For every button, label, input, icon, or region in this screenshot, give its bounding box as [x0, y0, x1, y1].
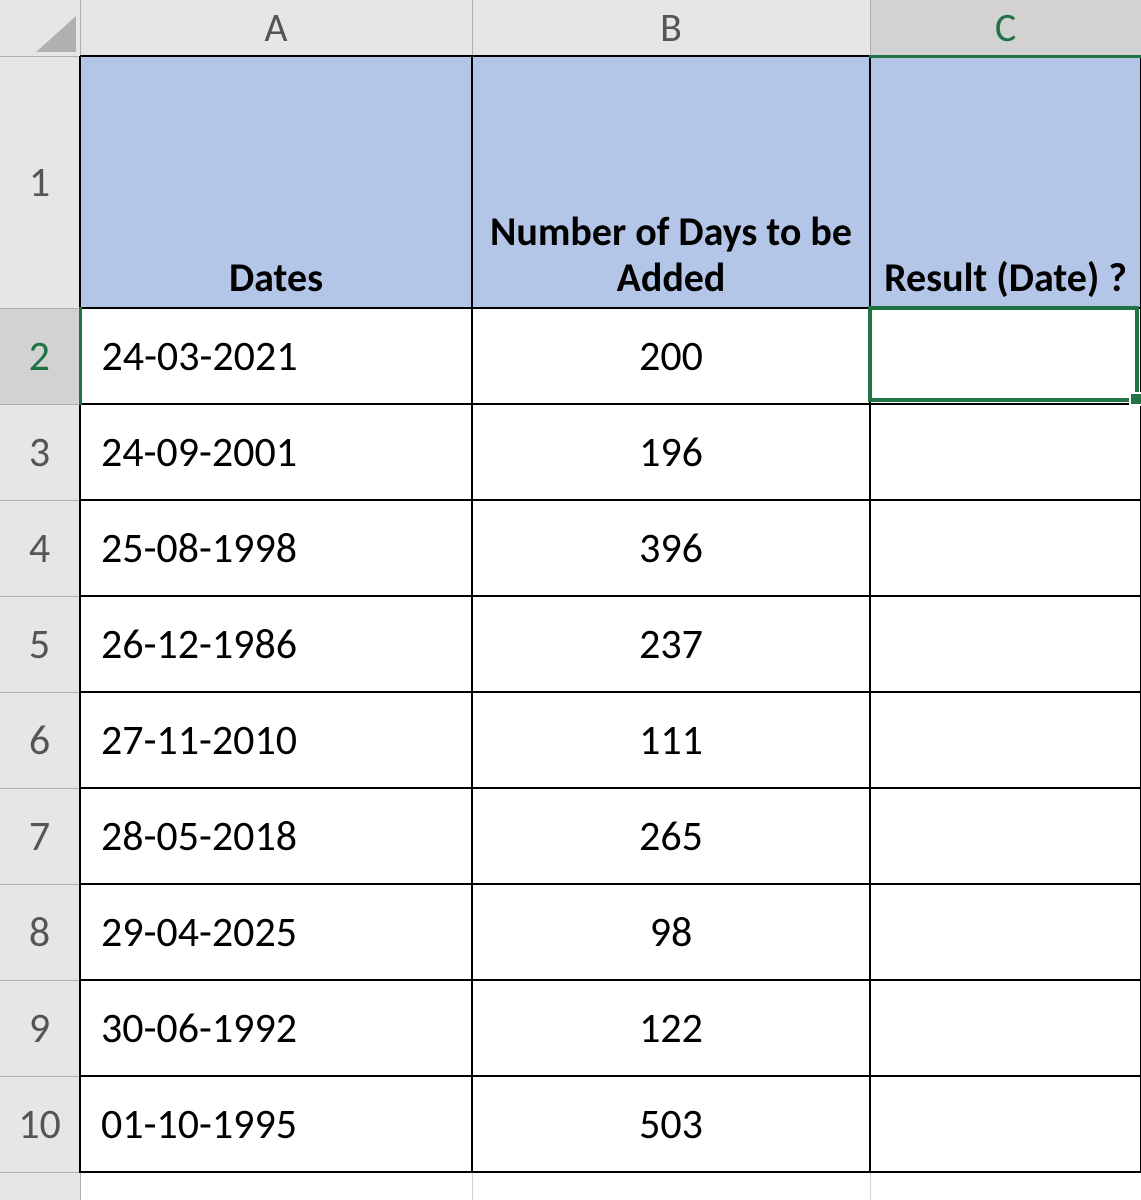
header-dates[interactable]: Dates [80, 56, 472, 308]
cell-A8[interactable]: 29-04-2025 [80, 884, 472, 980]
data-row-1: 1 Dates Number of Days to be Added Resul… [0, 56, 1141, 308]
cell-A11[interactable] [80, 1172, 472, 1200]
cell-B3[interactable]: 196 [472, 404, 870, 500]
data-row-11 [0, 1172, 1141, 1200]
cell-C4[interactable] [870, 500, 1141, 596]
column-header-row: A B C [0, 0, 1141, 56]
cell-A9[interactable]: 30-06-1992 [80, 980, 472, 1076]
data-row-6: 6 27-11-2010 111 [0, 692, 1141, 788]
row-header-7[interactable]: 7 [0, 788, 80, 884]
column-header-C[interactable]: C [870, 0, 1141, 56]
header-days-added[interactable]: Number of Days to be Added [472, 56, 870, 308]
spreadsheet: A B C 1 Dates Number of Days to be Added… [0, 0, 1141, 1200]
cell-B11[interactable] [472, 1172, 870, 1200]
row-header-8[interactable]: 8 [0, 884, 80, 980]
cell-A7[interactable]: 28-05-2018 [80, 788, 472, 884]
cell-A6[interactable]: 27-11-2010 [80, 692, 472, 788]
cell-B6[interactable]: 111 [472, 692, 870, 788]
row-header-11[interactable] [0, 1172, 80, 1200]
cell-B5[interactable]: 237 [472, 596, 870, 692]
cell-A5[interactable]: 26-12-1986 [80, 596, 472, 692]
column-header-A[interactable]: A [80, 0, 472, 56]
cell-A10[interactable]: 01-10-1995 [80, 1076, 472, 1172]
cell-C9[interactable] [870, 980, 1141, 1076]
data-row-5: 5 26-12-1986 237 [0, 596, 1141, 692]
cell-C11[interactable] [870, 1172, 1141, 1200]
row-header-2[interactable]: 2 [0, 308, 80, 404]
column-header-B[interactable]: B [472, 0, 870, 56]
row-header-1[interactable]: 1 [0, 56, 80, 308]
row-header-4[interactable]: 4 [0, 500, 80, 596]
cell-C8[interactable] [870, 884, 1141, 980]
cell-C5[interactable] [870, 596, 1141, 692]
cell-C10[interactable] [870, 1076, 1141, 1172]
header-result[interactable]: Result (Date) ? [870, 56, 1141, 308]
cell-C7[interactable] [870, 788, 1141, 884]
data-row-9: 9 30-06-1992 122 [0, 980, 1141, 1076]
data-row-10: 10 01-10-1995 503 [0, 1076, 1141, 1172]
data-row-7: 7 28-05-2018 265 [0, 788, 1141, 884]
cell-B7[interactable]: 265 [472, 788, 870, 884]
row-header-5[interactable]: 5 [0, 596, 80, 692]
data-row-4: 4 25-08-1998 396 [0, 500, 1141, 596]
cell-B2[interactable]: 200 [472, 308, 870, 404]
grid[interactable]: A B C 1 Dates Number of Days to be Added… [0, 0, 1141, 1200]
cell-C2[interactable] [870, 308, 1141, 404]
select-all-corner[interactable] [0, 0, 80, 56]
cell-B9[interactable]: 122 [472, 980, 870, 1076]
row-header-9[interactable]: 9 [0, 980, 80, 1076]
row-header-6[interactable]: 6 [0, 692, 80, 788]
cell-A2[interactable]: 24-03-2021 [80, 308, 472, 404]
cell-C6[interactable] [870, 692, 1141, 788]
row-header-10[interactable]: 10 [0, 1076, 80, 1172]
cell-A3[interactable]: 24-09-2001 [80, 404, 472, 500]
cell-A4[interactable]: 25-08-1998 [80, 500, 472, 596]
cell-B8[interactable]: 98 [472, 884, 870, 980]
data-row-3: 3 24-09-2001 196 [0, 404, 1141, 500]
cell-B4[interactable]: 396 [472, 500, 870, 596]
data-row-8: 8 29-04-2025 98 [0, 884, 1141, 980]
row-header-3[interactable]: 3 [0, 404, 80, 500]
cell-C3[interactable] [870, 404, 1141, 500]
data-row-2: 2 24-03-2021 200 [0, 308, 1141, 404]
cell-B10[interactable]: 503 [472, 1076, 870, 1172]
